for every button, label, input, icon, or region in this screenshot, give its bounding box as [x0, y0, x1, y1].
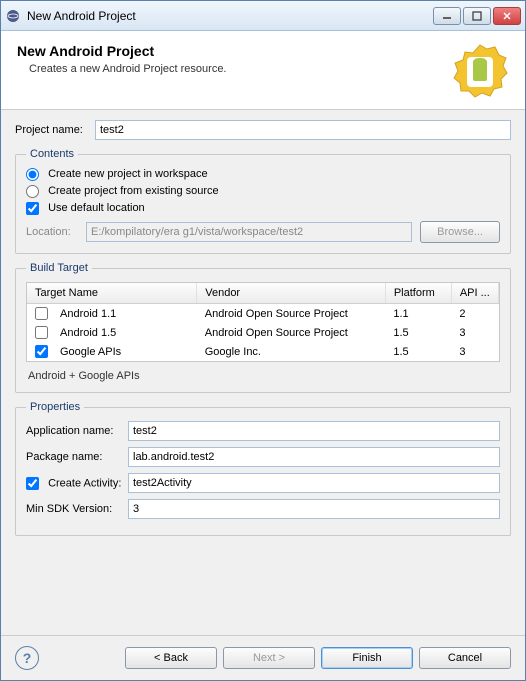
android-wizard-icon — [451, 43, 509, 101]
location-label: Location: — [26, 226, 78, 238]
create-activity-checkbox[interactable] — [26, 477, 39, 490]
radio-new-project[interactable]: Create new project in workspace — [26, 168, 208, 180]
cancel-button[interactable]: Cancel — [419, 647, 511, 669]
build-target-group: Build Target Target Name Vendor Platform… — [15, 262, 511, 393]
dialog-subtitle: Creates a new Android Project resource. — [17, 63, 451, 75]
min-sdk-label: Min SDK Version: — [26, 503, 128, 515]
titlebar: New Android Project — [1, 1, 525, 31]
build-target-table: Target Name Vendor Platform API ... Andr… — [27, 283, 499, 361]
dialog-header: New Android Project Creates a new Androi… — [1, 31, 525, 110]
create-activity-input[interactable] — [128, 473, 500, 493]
col-vendor[interactable]: Vendor — [197, 283, 386, 304]
window-title: New Android Project — [27, 9, 433, 23]
build-target-caption: Android + Google APIs — [26, 370, 500, 382]
properties-legend: Properties — [26, 401, 84, 413]
table-row[interactable]: Google APIsGoogle Inc.1.53 — [27, 342, 499, 361]
browse-button: Browse... — [420, 221, 500, 243]
col-platform[interactable]: Platform — [385, 283, 451, 304]
radio-new-project-input[interactable] — [26, 168, 39, 181]
package-name-label: Package name: — [26, 451, 128, 463]
contents-group: Contents Create new project in workspace… — [15, 148, 511, 254]
next-button: Next > — [223, 647, 315, 669]
create-activity-label[interactable]: Create Activity: — [26, 477, 128, 490]
table-row[interactable]: Android 1.5Android Open Source Project1.… — [27, 323, 499, 342]
back-button[interactable]: < Back — [125, 647, 217, 669]
minimize-button[interactable] — [433, 7, 461, 25]
contents-legend: Contents — [26, 148, 78, 160]
package-name-input[interactable] — [128, 447, 500, 467]
project-name-label: Project name: — [15, 124, 95, 136]
maximize-button[interactable] — [463, 7, 491, 25]
target-checkbox[interactable] — [35, 307, 48, 320]
col-api[interactable]: API ... — [451, 283, 498, 304]
close-button[interactable] — [493, 7, 521, 25]
properties-group: Properties Application name: Package nam… — [15, 401, 511, 536]
help-icon[interactable]: ? — [15, 646, 39, 670]
radio-existing-source-input[interactable] — [26, 185, 39, 198]
checkbox-use-default-location-input[interactable] — [26, 202, 39, 215]
checkbox-use-default-location[interactable]: Use default location — [26, 202, 145, 214]
radio-existing-source[interactable]: Create project from existing source — [26, 185, 219, 197]
target-checkbox[interactable] — [35, 345, 48, 358]
target-checkbox[interactable] — [35, 326, 48, 339]
application-name-input[interactable] — [128, 421, 500, 441]
project-name-input[interactable] — [95, 120, 511, 140]
min-sdk-input[interactable] — [128, 499, 500, 519]
build-target-legend: Build Target — [26, 262, 92, 274]
dialog-footer: ? < Back Next > Finish Cancel — [1, 635, 525, 680]
application-name-label: Application name: — [26, 425, 128, 437]
finish-button[interactable]: Finish — [321, 647, 413, 669]
col-target-name[interactable]: Target Name — [27, 283, 197, 304]
location-input — [86, 222, 412, 242]
eclipse-icon — [5, 8, 21, 24]
dialog-title: New Android Project — [17, 43, 451, 59]
table-row[interactable]: Android 1.1Android Open Source Project1.… — [27, 304, 499, 324]
